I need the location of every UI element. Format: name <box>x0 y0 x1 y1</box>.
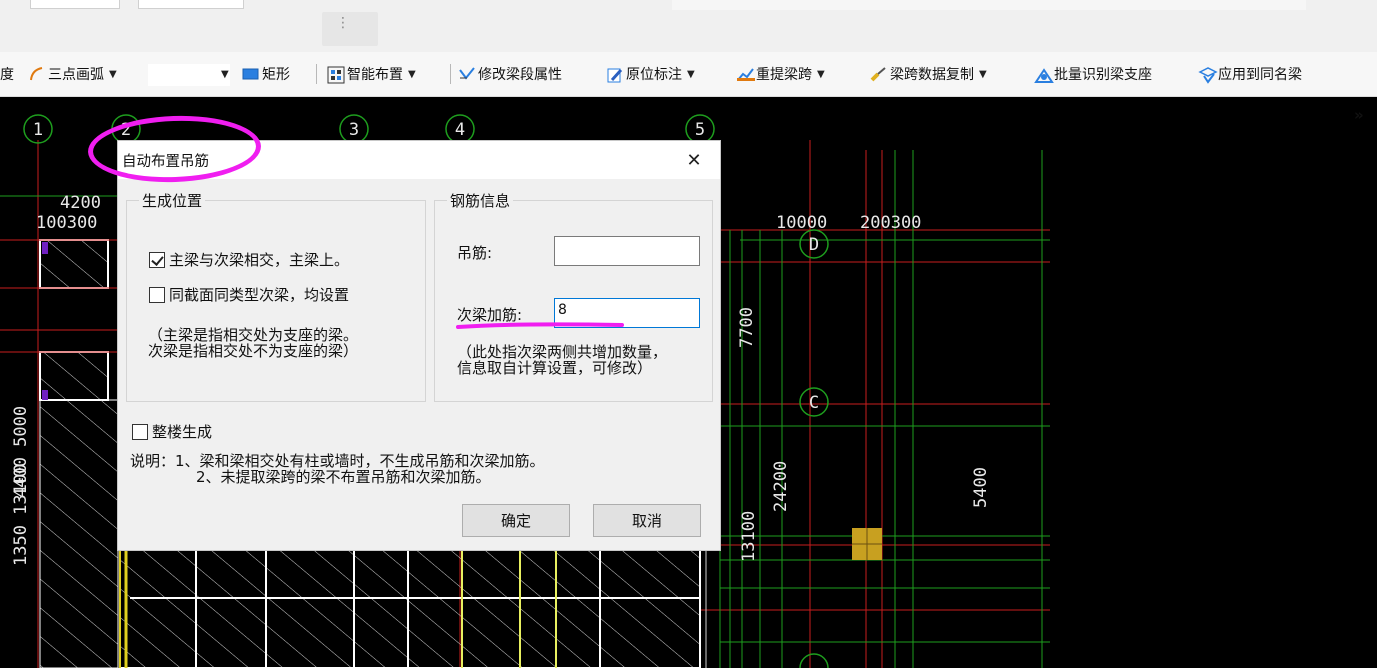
toolbar-cut-label: 度 <box>0 67 14 83</box>
axis-label-1: 1 <box>33 120 43 140</box>
dim-10000: 10000 <box>776 213 827 233</box>
chevron-down-icon: ▼ <box>109 68 117 80</box>
batch-identify-icon <box>1034 66 1054 83</box>
top-field-2[interactable] <box>138 0 244 9</box>
axis-label-3: 3 <box>349 120 359 140</box>
beam-toolbar: 度 三点画弧 ▼ ▼ 矩形 智能布置 ▼ 修改梁段属性 原位标注 ▼ 重提梁跨 ▼ 梁跨… <box>0 52 1377 124</box>
cancel-button[interactable]: 取消 <box>593 504 701 537</box>
dim-24200: 24200 <box>771 461 791 512</box>
copy-span-data-button[interactable]: 梁跨数据复制 ▼ <box>870 62 987 86</box>
arc-icon <box>28 66 44 82</box>
dim-4200: 4200 <box>60 193 101 213</box>
checkbox-unchecked-icon <box>132 423 148 440</box>
smart-place-button[interactable]: 智能布置 ▼ <box>327 62 416 86</box>
modify-beam-icon <box>458 66 475 82</box>
apply-same-name-button[interactable]: 应用到同名梁 <box>1198 62 1302 86</box>
rectangle-button[interactable]: 矩形 <box>242 62 290 86</box>
rectangle-label: 矩形 <box>262 67 290 83</box>
explanation-line2: 2、未提取梁跨的梁不布置吊筋和次梁加筋。 <box>196 468 491 486</box>
batch-identify-label: 批量识别梁支座 <box>1054 67 1152 83</box>
dim-7700: 7700 <box>737 307 757 348</box>
axis-label-d: D <box>809 235 819 255</box>
hanger-label: 吊筋: <box>457 244 493 262</box>
toolbar-separator <box>450 64 451 84</box>
checkbox-checked-icon <box>149 251 165 268</box>
rebar-note-line2: 信息取自计算设置，可修改） <box>457 359 653 377</box>
position-group-title: 生成位置 <box>139 190 206 211</box>
rebar-group-title: 钢筋信息 <box>447 190 514 211</box>
chevron-down-icon: ▼ <box>979 68 987 80</box>
rebar-note: （此处指次梁两侧共增加数量， 信息取自计算设置，可修改） <box>457 344 667 376</box>
option1-label: 主梁与次梁相交，主梁上。 <box>169 251 350 269</box>
rectangle-icon <box>242 66 259 82</box>
modify-beam-segment-button[interactable]: 修改梁段属性 <box>458 62 562 86</box>
explanation: 说明：1、梁和梁相交处有柱或墙时，不生成吊筋和次梁加筋。 2、未提取梁跨的梁不布… <box>130 453 545 485</box>
option-main-beam-checkbox[interactable]: 主梁与次梁相交，主梁上。 <box>149 249 349 270</box>
axis-label-c: C <box>809 393 819 413</box>
explanation-line1: 说明：1、梁和梁相交处有柱或墙时，不生成吊筋和次梁加筋。 <box>130 452 545 470</box>
chevron-down-icon: ▼ <box>221 68 229 80</box>
top-right-bar <box>672 0 1306 10</box>
position-note: （主梁是指相交处为支座的梁。 次梁是指相交处不为支座的梁） <box>148 327 358 359</box>
combo-dropdown[interactable]: ▼ <box>216 62 229 86</box>
checkbox-unchecked-icon <box>149 286 165 303</box>
option2-label: 同截面同类型次梁，均设置 <box>169 286 350 304</box>
chevron-down-icon: ▼ <box>408 68 416 80</box>
window-top-strip: ⋮ <box>0 0 1377 52</box>
axis-label-4: 4 <box>455 120 465 140</box>
chevron-down-icon: ▼ <box>687 68 695 80</box>
ok-button[interactable]: 确定 <box>462 504 570 537</box>
dim-100300: 100300 <box>36 213 97 233</box>
reextract-icon <box>736 66 755 82</box>
in-place-annotation-button[interactable]: 原位标注 ▼ <box>606 62 695 86</box>
whole-building-label: 整楼生成 <box>152 423 213 441</box>
three-point-arc-button[interactable]: 三点画弧 ▼ <box>28 62 117 86</box>
dim-200300: 200300 <box>860 213 921 233</box>
apply-same-icon <box>1198 66 1218 84</box>
rebar-note-line1: （此处指次梁两侧共增加数量， <box>457 343 668 361</box>
toolbar-grip-handle[interactable]: ⋮ <box>322 12 378 46</box>
position-note-line1: （主梁是指相交处为支座的梁。 <box>148 326 359 344</box>
toolbar-separator <box>316 64 317 84</box>
apply-same-label: 应用到同名梁 <box>1218 67 1302 83</box>
chevron-down-icon: ▼ <box>817 68 825 80</box>
axis-label-5: 5 <box>695 120 705 140</box>
dim-5400: 5400 <box>971 467 991 508</box>
whole-building-checkbox[interactable]: 整楼生成 <box>132 421 212 442</box>
dim-13100: 13100 <box>739 511 759 562</box>
close-icon[interactable]: ✕ <box>674 145 714 175</box>
smart-place-label: 智能布置 <box>347 67 403 83</box>
dim-left-2: 1350 13100 <box>11 464 31 566</box>
batch-identify-support-button[interactable]: 批量识别梁支座 <box>1034 62 1152 86</box>
position-note-line2: 次梁是指相交处不为支座的梁） <box>148 342 359 360</box>
annotation-underline <box>456 322 624 329</box>
in-place-label: 原位标注 <box>626 67 682 83</box>
annotation-pencil-icon <box>606 66 623 83</box>
top-field-1[interactable] <box>30 0 120 9</box>
bottom-slab <box>119 549 701 668</box>
auto-place-hanger-dialog: 自动布置吊筋 ✕ 生成位置 主梁与次梁相交，主梁上。 同截面同类型次梁，均设置 … <box>118 141 720 550</box>
hanger-input[interactable] <box>554 236 700 266</box>
brush-icon <box>870 66 886 82</box>
reextract-label: 重提梁跨 <box>756 67 812 83</box>
option-same-section-checkbox[interactable]: 同截面同类型次梁，均设置 <box>149 284 349 305</box>
modify-beam-label: 修改梁段属性 <box>478 67 562 83</box>
copy-span-label: 梁跨数据复制 <box>890 67 974 83</box>
smart-place-icon <box>327 66 345 84</box>
toolbar-cut-item[interactable]: 度 <box>0 62 14 86</box>
arc-label: 三点画弧 <box>48 67 104 83</box>
reextract-span-button[interactable]: 重提梁跨 ▼ <box>736 62 825 86</box>
